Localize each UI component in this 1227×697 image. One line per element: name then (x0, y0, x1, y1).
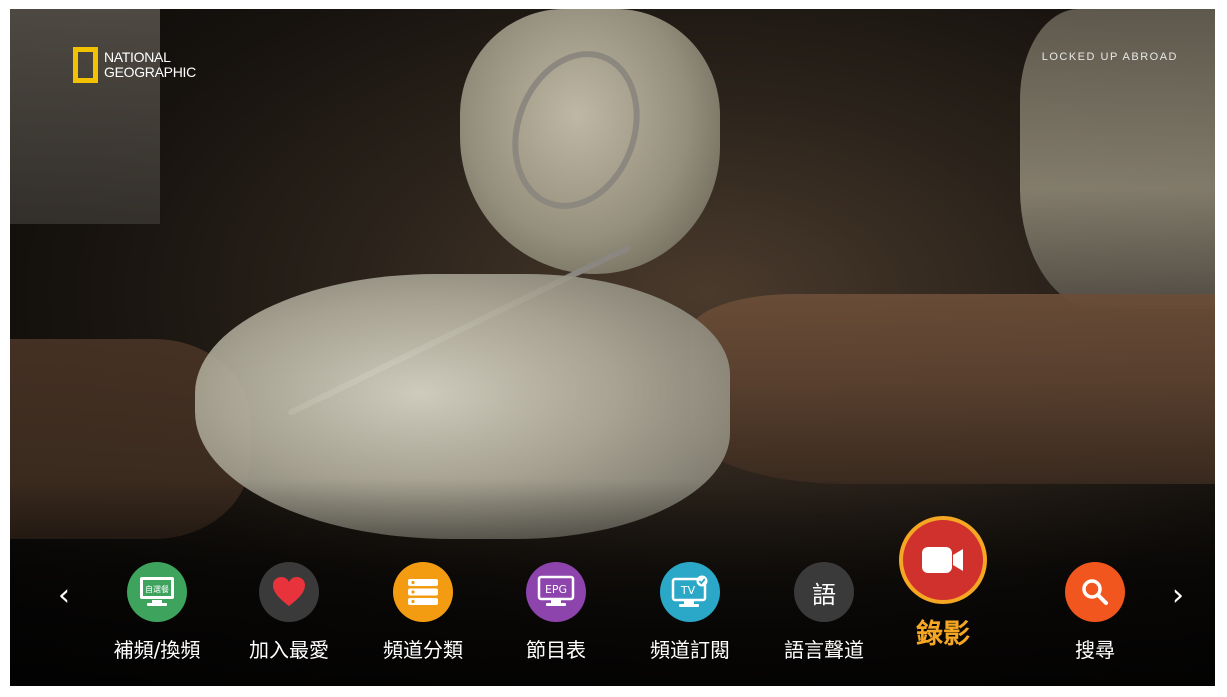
menu-item-label: 搜尋 (1075, 638, 1115, 662)
menu-item-channel-subscribe[interactable]: TV 頻道訂閱 (630, 562, 750, 663)
menu-item-program-guide[interactable]: EPG 節目表 (496, 562, 616, 663)
language-icon: 語 (794, 562, 854, 622)
channel-logo: NATIONAL GEOGRAPHIC (73, 47, 196, 83)
language-glyph: 語 (812, 580, 836, 609)
menu-item-record[interactable]: 錄影 (883, 516, 1003, 651)
video-player-screen: NATIONAL GEOGRAPHIC LOCKED UP ABROAD ‹ 自… (10, 9, 1215, 686)
video-camera-icon (899, 516, 987, 604)
menu-item-channel-switch[interactable]: 自選餐 補頻/換頻 (97, 562, 217, 663)
heart-icon (259, 562, 319, 622)
svg-text:TV: TV (680, 584, 696, 597)
logo-line-1: NATIONAL (104, 49, 171, 65)
natgeo-frame-icon (73, 47, 98, 83)
svg-text:EPG: EPG (545, 583, 567, 596)
tv-subscribe-icon: TV (660, 562, 720, 622)
program-title: LOCKED UP ABROAD (1041, 51, 1178, 63)
monitor-icon: 自選餐 (127, 562, 187, 622)
menu-item-label: 錄影 (916, 619, 970, 650)
menu-item-label: 節目表 (526, 638, 586, 662)
svg-text:自選餐: 自選餐 (145, 584, 169, 594)
menu-item-channel-category[interactable]: 頻道分類 (363, 562, 483, 663)
video-scene-cloth-left (10, 9, 160, 224)
menu-item-audio-language[interactable]: 語 語言聲道 (764, 562, 884, 663)
logo-line-2: GEOGRAPHIC (104, 64, 196, 80)
search-icon (1065, 562, 1125, 622)
epg-icon: EPG (526, 562, 586, 622)
menu-item-label: 頻道分類 (383, 638, 463, 662)
video-scene-arm (690, 294, 1215, 484)
menu-item-search[interactable]: 搜尋 (1035, 562, 1155, 663)
menu-item-label: 語言聲道 (784, 638, 864, 662)
list-icon (393, 562, 453, 622)
chevron-right-icon[interactable]: › (1172, 581, 1184, 611)
menu-item-label: 補頻/換頻 (113, 638, 201, 662)
chevron-left-icon[interactable]: ‹ (58, 581, 70, 611)
menu-item-label: 頻道訂閱 (650, 638, 730, 662)
menu-item-label: 加入最愛 (249, 638, 329, 662)
menu-item-add-favorite[interactable]: 加入最愛 (229, 562, 349, 663)
